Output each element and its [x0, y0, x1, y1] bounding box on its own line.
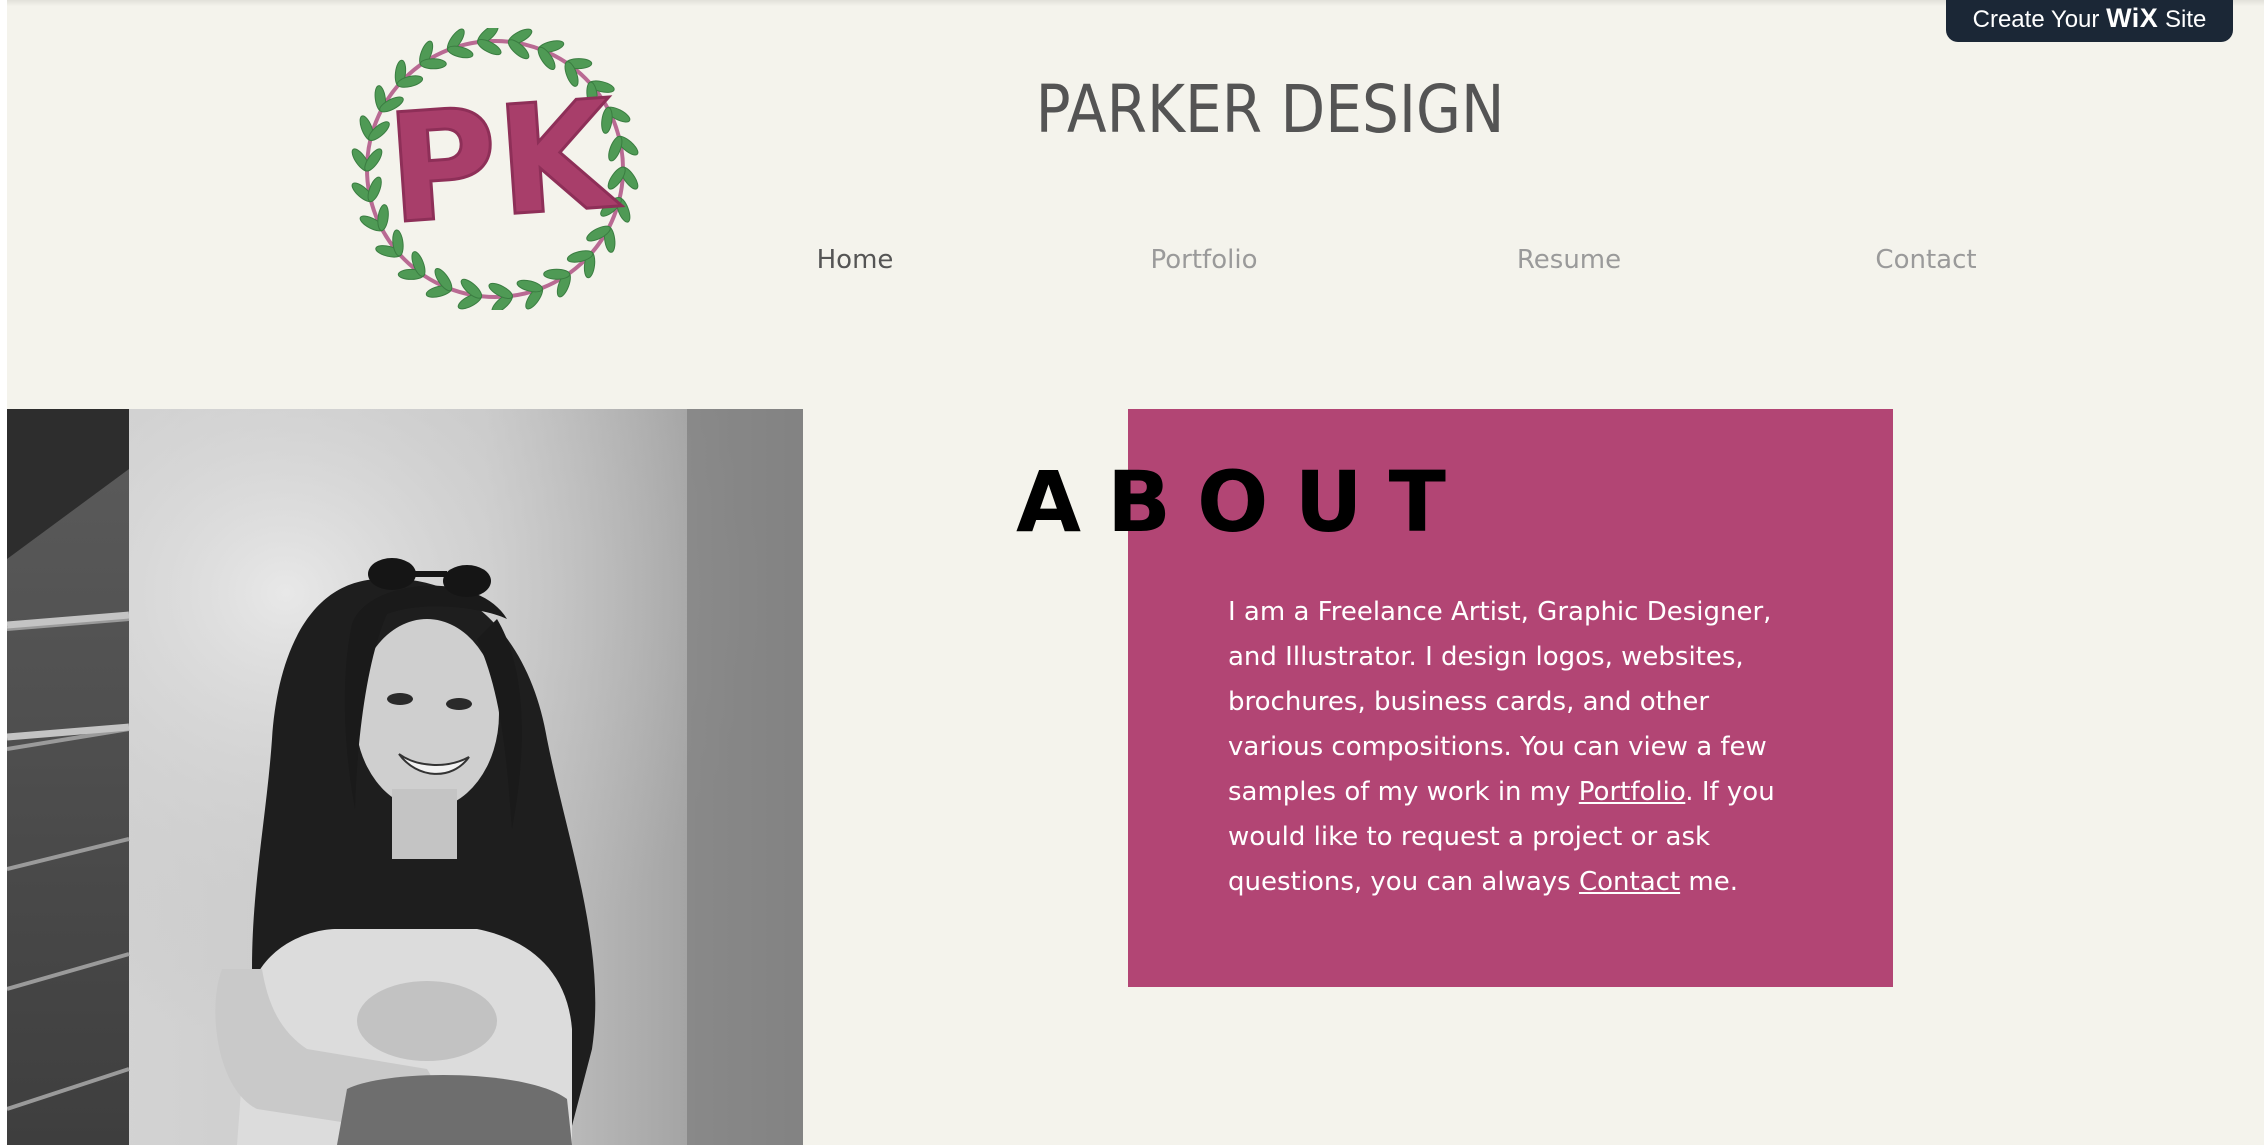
- wreath-leaf-icon: [377, 204, 389, 231]
- nav-contact[interactable]: Contact: [1816, 238, 2036, 282]
- portrait-photo: [7, 409, 803, 1145]
- about-text-part-1: I am a Freelance Artist, Graphic Designe…: [1228, 597, 1772, 807]
- site-title: PARKER DESIGN: [1035, 71, 1505, 148]
- portfolio-link[interactable]: Portfolio: [1579, 777, 1686, 807]
- banner-suffix: Site: [2165, 6, 2207, 33]
- header-shadow: [7, 0, 2264, 6]
- wreath-leaf-icon: [419, 58, 447, 70]
- nav-resume[interactable]: Resume: [1459, 238, 1679, 282]
- wreath-leaf-icon: [447, 45, 474, 59]
- nav-home[interactable]: Home: [745, 238, 965, 282]
- wix-logo-text: WiX: [2106, 3, 2159, 33]
- banner-prefix: Create Your: [1972, 6, 2100, 33]
- wreath-leaf-icon: [543, 268, 571, 280]
- create-wix-site-button[interactable]: Create Your WiX Site: [1946, 0, 2233, 42]
- nav-portfolio[interactable]: Portfolio: [1094, 238, 1314, 282]
- page-left-border: [0, 0, 7, 1145]
- contact-link[interactable]: Contact: [1579, 867, 1680, 897]
- about-text: I am a Freelance Artist, Graphic Designe…: [1228, 590, 1808, 905]
- about-heading: ABOUT: [1016, 453, 1472, 551]
- logo-monogram: PK: [382, 68, 625, 258]
- about-text-part-3: me.: [1680, 867, 1738, 897]
- wreath-leaf-icon: [516, 279, 543, 293]
- pk-wreath-logo[interactable]: PK: [350, 28, 640, 310]
